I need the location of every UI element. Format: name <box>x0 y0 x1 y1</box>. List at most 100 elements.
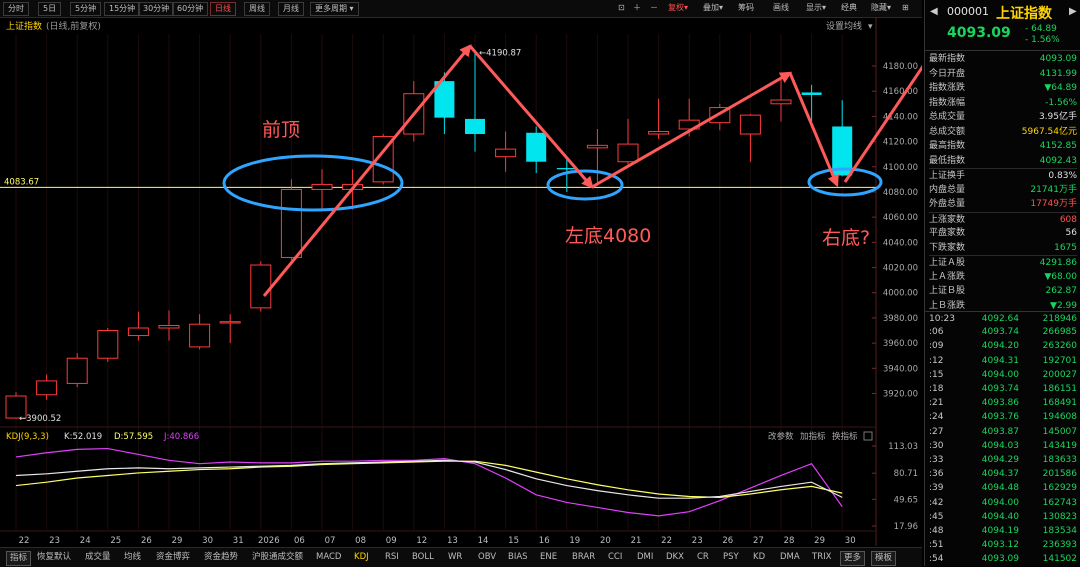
period-monthly-button[interactable]: 月线 <box>278 2 304 16</box>
tick-time: :21 <box>929 398 944 409</box>
period-30min-button[interactable]: 30分钟 <box>138 2 175 16</box>
date-axis: 22 23 24 25 26 29 30 31 2026 06 07 08 09 12 13 14 15 16 19… <box>0 530 876 546</box>
stat-row: 指数涨跌 ▼64.89 <box>929 81 1077 95</box>
overlay-dropdown[interactable]: 叠加▾ <box>703 2 723 14</box>
annotation-previous-top: 前顶 <box>262 119 300 141</box>
candle <box>403 81 425 142</box>
indicator-tab-25[interactable]: 模板 <box>871 551 897 566</box>
zoom-in-icon[interactable]: ＋ <box>633 2 641 14</box>
window-control-icon[interactable]: ⊞ <box>902 2 909 14</box>
indicator-tab-18[interactable]: DKX <box>666 551 684 564</box>
indicator-tab-11[interactable]: WR <box>448 551 462 564</box>
price-tick-label: 4000.00 <box>883 289 918 299</box>
candle <box>36 374 58 400</box>
tick-row: :45 4094.40 130823 <box>925 510 1080 525</box>
indicator-tab-6[interactable]: 沪股通成交额 <box>252 551 303 564</box>
indicator-tab-14[interactable]: ENE <box>540 551 557 564</box>
period-more-dropdown[interactable]: 更多周期 ▾ <box>310 2 359 16</box>
tick-volume: 168491 <box>1042 398 1077 409</box>
indicator-tab-12[interactable]: OBV <box>478 551 496 564</box>
period-more-label: 更多周期 <box>315 4 347 13</box>
indicator-tab-22[interactable]: DMA <box>780 551 800 564</box>
stock-change: - 64.89 <box>1025 24 1057 34</box>
adjust-dropdown[interactable]: 复权▾ <box>668 2 688 14</box>
indicator-tab-3[interactable]: 均线 <box>124 551 141 564</box>
draw-line-button[interactable]: 画线 <box>773 2 789 14</box>
trend-arrow <box>788 72 839 188</box>
edit-params-button[interactable]: 改参数 <box>768 431 794 442</box>
add-indicator-button[interactable]: 加指标 <box>800 431 826 442</box>
indicator-tab-0[interactable]: 指标 <box>6 551 32 566</box>
chevron-left-icon[interactable]: ◀ <box>930 6 938 17</box>
tick-price: 4093.74 <box>981 384 1019 394</box>
tick-price: 4094.37 <box>981 469 1019 480</box>
indicator-tab-13[interactable]: BIAS <box>508 551 528 564</box>
indicator-tab-19[interactable]: CR <box>697 551 709 564</box>
stat-row: 上涨家数 608 <box>929 211 1077 227</box>
tick-volume: 263260 <box>1042 341 1077 352</box>
period-intraday-button[interactable]: 分时 <box>3 2 29 16</box>
date-tick-label: 29 <box>814 536 825 546</box>
tick-row: :24 4093.76 194608 <box>925 410 1080 425</box>
kline-chart[interactable]: 上证指数 (日线,前复权) 设置均线 ▾ 4180.004160.004140.… <box>0 17 922 547</box>
kdj-tick-label: 17.96 <box>894 522 918 532</box>
candle-body-down <box>526 132 547 162</box>
hide-label: 隐藏 <box>871 3 887 12</box>
date-tick-label: 27 <box>753 536 764 546</box>
candle <box>97 328 119 363</box>
indicator-tab-20[interactable]: PSY <box>723 551 739 564</box>
indicator-tab-8[interactable]: KDJ <box>354 551 369 564</box>
indicator-tab-24[interactable]: 更多 <box>840 551 866 566</box>
indicator-tab-15[interactable]: BRAR <box>572 551 595 564</box>
stat-value: ▼68.00 <box>1044 271 1077 282</box>
candle-body-up <box>495 148 517 158</box>
tick-row: :09 4094.20 263260 <box>925 339 1080 354</box>
candle <box>465 52 485 152</box>
period-daily-button[interactable]: 日线 <box>210 2 236 16</box>
period-60min-button[interactable]: 60分钟 <box>172 2 209 16</box>
stat-label: 指数涨跌 <box>929 83 966 93</box>
stat-label: 指数涨幅 <box>929 97 966 108</box>
indicator-tab-23[interactable]: TRIX <box>812 551 831 564</box>
chips-button[interactable]: 筹码 <box>738 2 754 14</box>
indicator-tab-7[interactable]: MACD <box>316 551 341 564</box>
price-tick-label: 4020.00 <box>883 264 918 274</box>
stat-label: 外盘总量 <box>929 199 966 209</box>
stat-label: 上证Ａ股 <box>929 258 966 268</box>
expand-panel-icon[interactable] <box>863 431 873 441</box>
stock-name: 上证指数 <box>996 6 1052 22</box>
tick-price: 4093.87 <box>981 426 1019 437</box>
stat-value: 608 <box>1059 214 1077 225</box>
period-5day-button[interactable]: 5日 <box>38 2 62 16</box>
stat-value: 4291.86 <box>1039 258 1077 268</box>
indicator-tab-4[interactable]: 资金博弈 <box>156 551 190 564</box>
lock-icon[interactable]: ⊡ <box>618 2 625 14</box>
period-5min-button[interactable]: 5分钟 <box>70 2 102 16</box>
date-tick-label: 23 <box>692 536 703 546</box>
date-tick-label: 31 <box>233 536 244 546</box>
zoom-out-icon[interactable]: － <box>650 2 658 14</box>
tick-row: :15 4094.00 200027 <box>925 368 1080 383</box>
hide-dropdown[interactable]: 隐藏▾ <box>871 2 891 14</box>
candle <box>66 353 88 388</box>
switch-indicator-button[interactable]: 换指标 <box>832 431 858 442</box>
classic-button[interactable]: 经典 <box>841 2 857 14</box>
indicator-tab-21[interactable]: KD <box>753 551 765 564</box>
period-weekly-button[interactable]: 周线 <box>244 2 270 16</box>
period-15min-button[interactable]: 15分钟 <box>104 2 141 16</box>
indicator-tab-16[interactable]: CCI <box>608 551 622 564</box>
candles-layer <box>5 52 853 419</box>
date-tick-label: 14 <box>478 536 489 546</box>
annotation-right-bottom: 右底? <box>822 227 870 249</box>
chevron-right-icon[interactable]: ▶ <box>1069 6 1077 17</box>
date-tick-label: 20 <box>600 536 611 546</box>
indicator-tab-9[interactable]: RSI <box>385 551 399 564</box>
indicator-tab-10[interactable]: BOLL <box>412 551 434 564</box>
display-dropdown[interactable]: 显示▾ <box>806 2 826 14</box>
indicator-tab-1[interactable]: 恢复默认 <box>37 551 71 564</box>
indicator-tab-17[interactable]: DMI <box>637 551 653 564</box>
indicator-tab-2[interactable]: 成交量 <box>85 551 111 564</box>
indicator-tab-5[interactable]: 资金趋势 <box>204 551 238 564</box>
ma-setting-button[interactable]: 设置均线 <box>826 20 862 32</box>
chevron-down-icon[interactable]: ▾ <box>868 22 873 32</box>
